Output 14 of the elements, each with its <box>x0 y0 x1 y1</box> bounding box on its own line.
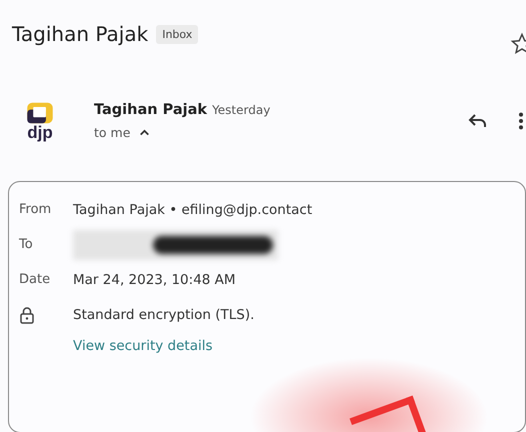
security-details-link[interactable]: View security details <box>73 338 212 354</box>
field-label: To <box>19 237 34 252</box>
email-subject: Tagihan Pajak <box>12 22 148 46</box>
encryption-text: Standard encryption (TLS). <box>73 306 254 322</box>
field-label: Date <box>19 272 52 287</box>
recipient-text: to me <box>94 124 130 140</box>
field-label: From <box>19 202 52 217</box>
inbox-label[interactable]: Inbox <box>156 24 198 44</box>
sender-name: Tagihan Pajak <box>94 102 208 118</box>
sent-time: Yesterday <box>212 102 270 116</box>
field-value: Tagihan Pajak • efiling@djp.contact <box>73 202 312 218</box>
lock-icon <box>19 306 35 324</box>
more-options-icon[interactable] <box>518 110 524 132</box>
field-value: Mar 24, 2023, 10:48 AM <box>73 272 236 288</box>
